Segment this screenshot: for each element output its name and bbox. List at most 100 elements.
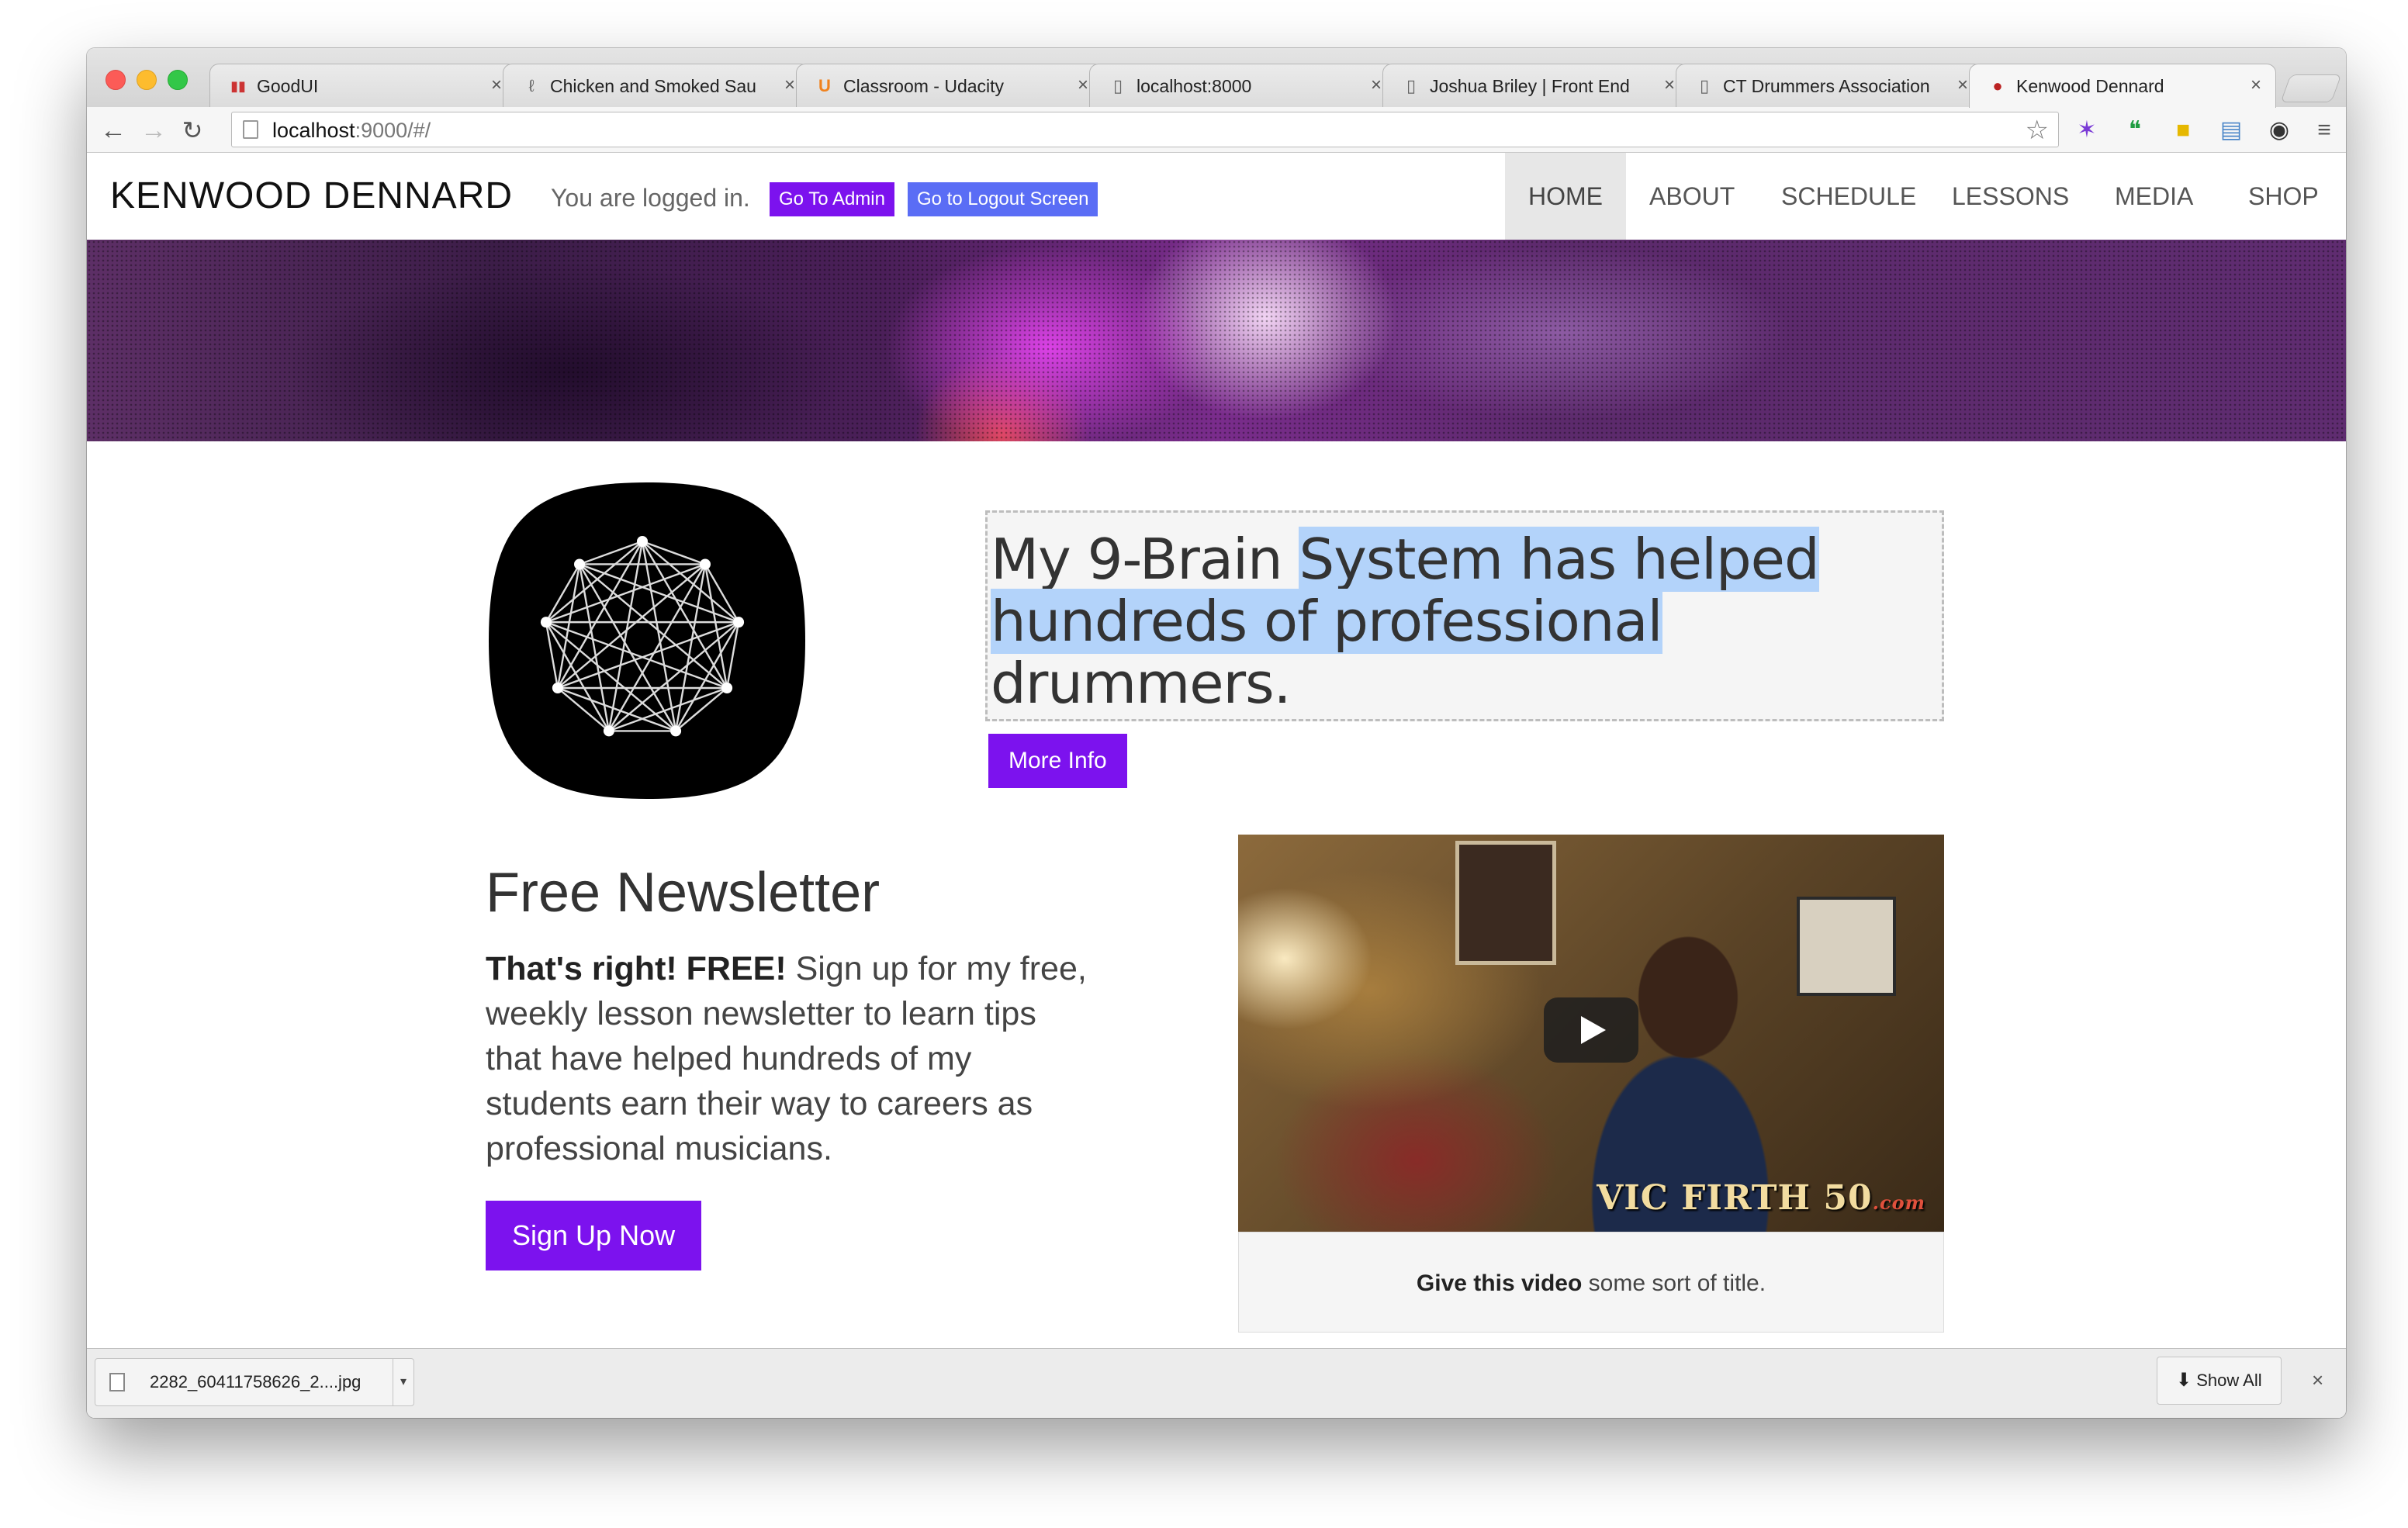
video-watermark: VIC FIRTH 50.com [1597, 1178, 1925, 1218]
chevron-down-icon[interactable]: ▾ [393, 1359, 413, 1405]
zoom-window-button[interactable] [168, 70, 188, 90]
network-node [733, 617, 745, 628]
tab-goodui[interactable]: ▮▮ GoodUI × [209, 64, 517, 107]
network-node [603, 725, 614, 737]
go-to-logout-button[interactable]: Go to Logout Screen [908, 182, 1098, 216]
page-icon [243, 120, 258, 139]
tab-udacity[interactable]: U Classroom - Udacity × [796, 64, 1103, 107]
more-info-button[interactable]: More Info [988, 734, 1127, 788]
address-bar[interactable]: localhost:9000/#/ ☆ [231, 112, 2059, 147]
network-node [637, 536, 648, 547]
tab-title: CT Drummers Association [1723, 76, 1930, 96]
nav-schedule[interactable]: SCHEDULE [1758, 153, 1939, 240]
play-button-icon[interactable] [1544, 997, 1638, 1063]
tab-joshua-briley[interactable]: ▯ Joshua Briley | Front End × [1382, 64, 1690, 107]
download-arrow-icon: ⬇ [2176, 1370, 2192, 1391]
network-node [699, 558, 711, 570]
minimize-window-button[interactable] [137, 70, 157, 90]
tab-title: localhost:8000 [1137, 76, 1252, 96]
network-node [670, 725, 682, 737]
tab-close-icon[interactable]: × [1664, 74, 1675, 97]
video-caption: Give this video some sort of title. [1239, 1270, 1943, 1298]
tab-ct-drummers[interactable]: ▯ CT Drummers Association × [1676, 64, 1983, 107]
tab-close-icon[interactable]: × [1078, 74, 1088, 97]
nav-media[interactable]: MEDIA [2091, 153, 2216, 240]
new-tab-button[interactable] [2280, 74, 2342, 102]
tab-close-icon[interactable]: × [1371, 74, 1382, 97]
tab-title: GoodUI [257, 76, 319, 96]
site-header: KENWOOD DENNARD You are logged in. Go To… [87, 153, 2346, 240]
tab-title: Chicken and Smoked Sau [550, 76, 756, 96]
tab-title: Joshua Briley | Front End [1430, 76, 1630, 96]
extension-butterfly-icon[interactable]: ✶ [2073, 116, 2101, 144]
watermark-suffix: .com [1872, 1191, 1925, 1214]
video-caption-box: Give this video some sort of title. [1238, 1232, 1944, 1333]
headline-box[interactable]: My 9-Brain System has helped hundreds of… [985, 510, 1944, 721]
page-icon: ▯ [1112, 76, 1123, 95]
newsletter-title: Free Newsletter [486, 862, 881, 924]
extension-badge-icon[interactable]: ■ [2169, 116, 2197, 144]
kenwood-icon: ● [1992, 76, 2003, 95]
tab-strip: ▮▮ GoodUI × ℓ Chicken and Smoked Sau × U… [87, 48, 2346, 108]
tab-title: Kenwood Dennard [2016, 76, 2164, 96]
close-shelf-icon[interactable]: × [2312, 1366, 2323, 1394]
caption-bold: Give this video [1416, 1270, 1583, 1296]
browser-window: ▮▮ GoodUI × ℓ Chicken and Smoked Sau × U… [87, 48, 2346, 1418]
video-player[interactable]: VIC FIRTH 50.com [1238, 835, 1944, 1232]
headline-selected-text: System has helped [1299, 527, 1820, 592]
forward-arrow-icon[interactable]: → [138, 115, 169, 146]
tab-close-icon[interactable]: × [2251, 74, 2261, 97]
nine-brain-network-icon [489, 482, 805, 799]
network-node [721, 683, 733, 693]
tab-kenwood-dennard[interactable]: ● Kenwood Dennard × [1969, 64, 2276, 108]
newsletter-lead: That's right! FREE! [486, 950, 787, 987]
page-icon: ▯ [1406, 76, 1417, 95]
bookmark-star-icon[interactable]: ☆ [2026, 116, 2049, 145]
newsletter-body: That's right! FREE! Sign up for my free,… [486, 946, 1091, 1171]
logged-in-text: You are logged in. [551, 184, 750, 212]
show-all-button[interactable]: ⬇ Show All [2157, 1357, 2282, 1405]
caption-rest: some sort of title. [1582, 1270, 1766, 1296]
tab-localhost-8000[interactable]: ▯ localhost:8000 × [1089, 64, 1396, 107]
extension-hangouts-icon[interactable]: ❝ [2121, 116, 2149, 144]
download-item[interactable]: 2282_60411758626_2....jpg ▾ [95, 1358, 414, 1406]
back-arrow-icon[interactable]: ← [98, 115, 129, 146]
headline-text: drummers. [991, 651, 1292, 716]
udacity-icon: U [818, 76, 831, 95]
tab-close-icon[interactable]: × [1957, 74, 1968, 97]
sign-up-now-button[interactable]: Sign Up Now [486, 1201, 702, 1270]
extension-window-icon[interactable]: ▤ [2217, 116, 2245, 144]
close-window-button[interactable] [106, 70, 126, 90]
headline-selected-text: hundreds of professional [991, 589, 1663, 654]
page-icon: ▯ [1699, 76, 1710, 95]
tab-chicken[interactable]: ℓ Chicken and Smoked Sau × [503, 64, 810, 107]
page-icon: ℓ [528, 76, 535, 95]
menu-hamburger-icon[interactable]: ≡ [2310, 116, 2338, 144]
reload-icon[interactable]: ↻ [177, 115, 208, 146]
hero-banner-image [87, 240, 2346, 441]
nav-lessons[interactable]: LESSONS [1929, 153, 2092, 240]
show-all-label: Show All [2196, 1371, 2262, 1390]
download-filename: 2282_60411758626_2....jpg [150, 1372, 362, 1391]
headline-text: My 9-Brain [991, 527, 1299, 592]
site-brand[interactable]: KENWOOD DENNARD [110, 175, 513, 218]
nav-shop[interactable]: SHOP [2225, 153, 2342, 240]
goodui-icon: ▮▮ [230, 78, 246, 94]
network-node [540, 617, 552, 628]
headline: My 9-Brain System has helped hundreds of… [991, 527, 1943, 716]
tab-close-icon[interactable]: × [784, 74, 795, 97]
wall-guitar-art [1455, 841, 1556, 965]
go-to-admin-button[interactable]: Go To Admin [770, 182, 894, 216]
watermark-text: VIC FIRTH 50 [1597, 1178, 1873, 1218]
extension-circle-icon[interactable]: ◉ [2265, 116, 2293, 144]
network-node [552, 683, 563, 693]
browser-toolbar: ← → ↻ localhost:9000/#/ ☆ ✶ ❝ ■ ▤ ◉ ≡ [87, 107, 2346, 153]
network-node [574, 558, 586, 570]
tab-close-icon[interactable]: × [491, 74, 502, 97]
nav-about[interactable]: ABOUT [1626, 153, 1758, 240]
url-path: :9000/#/ [355, 119, 431, 142]
file-icon [109, 1373, 125, 1391]
nav-home[interactable]: HOME [1505, 153, 1626, 240]
tab-title: Classroom - Udacity [843, 76, 1005, 96]
url-host: localhost [272, 119, 355, 142]
